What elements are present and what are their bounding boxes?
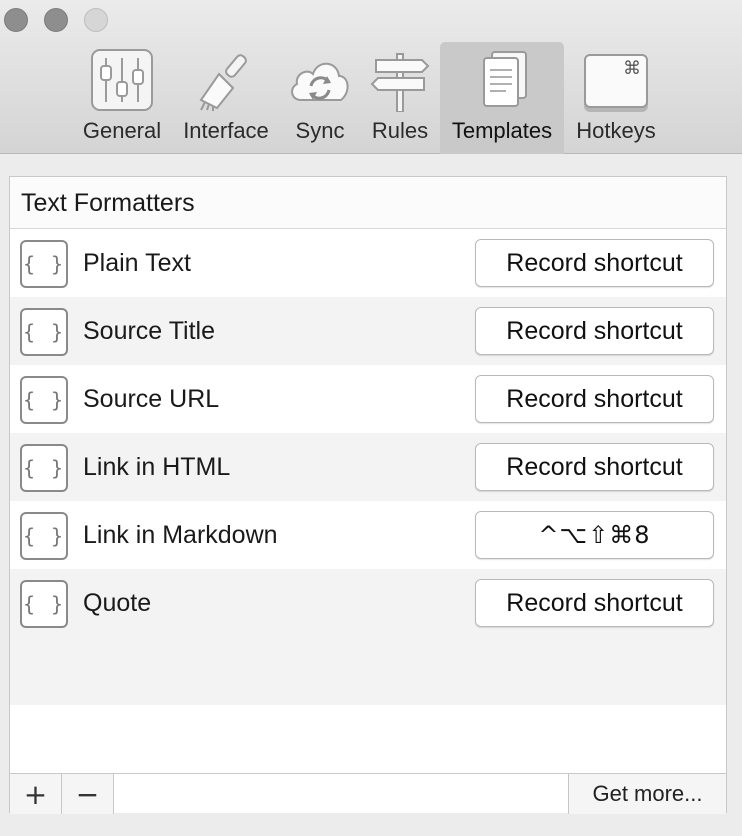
list-item[interactable]: { } Source URL Record shortcut — [10, 365, 726, 433]
remove-button[interactable]: − — [62, 774, 114, 814]
empty-row — [10, 705, 726, 773]
sliders-icon — [82, 48, 162, 112]
minimize-window-button[interactable] — [44, 8, 68, 32]
signpost-icon — [360, 48, 440, 112]
documents-icon — [462, 48, 542, 112]
panel-footer: + − Get more... — [10, 773, 726, 814]
tab-general[interactable]: General — [80, 42, 164, 154]
close-window-button[interactable] — [4, 8, 28, 32]
braces-icon: { } — [20, 444, 68, 492]
tab-label: Rules — [371, 118, 429, 143]
record-shortcut-button[interactable]: Record shortcut — [475, 307, 714, 355]
list-item[interactable]: { } Plain Text Record shortcut — [10, 229, 726, 297]
record-shortcut-button[interactable]: Record shortcut — [475, 579, 714, 627]
get-more-button[interactable]: Get more... — [568, 774, 726, 814]
list-item[interactable]: { } Quote Record shortcut — [10, 569, 726, 637]
tab-hotkeys[interactable]: ⌘ Hotkeys — [570, 42, 662, 154]
tab-label: General — [82, 118, 162, 143]
formatter-label: Plain Text — [83, 249, 191, 277]
window-toolbar: General Interface Sync Rules Templates ⌘… — [0, 0, 742, 154]
formatter-label: Source Title — [83, 317, 216, 345]
list-item[interactable]: { } Link in HTML Record shortcut — [10, 433, 726, 501]
tab-rules[interactable]: Rules — [364, 42, 436, 154]
empty-row — [10, 637, 726, 705]
command-key-icon: ⌘ — [576, 48, 656, 112]
braces-icon: { } — [20, 308, 68, 356]
tab-templates[interactable]: Templates — [440, 42, 564, 154]
shortcut-field[interactable]: ^⌥⇧⌘8 — [475, 511, 714, 559]
tab-interface[interactable]: Interface — [176, 42, 276, 154]
list-item[interactable]: { } Link in Markdown ^⌥⇧⌘8 — [10, 501, 726, 569]
formatter-label: Link in Markdown — [83, 521, 278, 549]
tab-sync[interactable]: Sync — [286, 42, 354, 154]
add-button[interactable]: + — [10, 774, 62, 814]
record-shortcut-button[interactable]: Record shortcut — [475, 375, 714, 423]
tab-label: Interface — [183, 118, 269, 143]
cloud-sync-icon — [280, 48, 360, 112]
zoom-window-button[interactable] — [84, 8, 108, 32]
tab-label: Hotkeys — [576, 118, 656, 143]
formatter-label: Source URL — [83, 385, 220, 413]
list-item[interactable]: { } Source Title Record shortcut — [10, 297, 726, 365]
braces-icon: { } — [20, 580, 68, 628]
record-shortcut-button[interactable]: Record shortcut — [475, 443, 714, 491]
formatter-label: Link in HTML — [83, 453, 231, 481]
tab-label: Sync — [295, 118, 345, 143]
formatter-label: Quote — [83, 589, 152, 617]
braces-icon: { } — [20, 512, 68, 560]
panel-title: Text Formatters — [10, 177, 726, 229]
command-glyph: ⌘ — [623, 58, 641, 79]
braces-icon: { } — [20, 240, 68, 288]
paintbrush-icon — [186, 48, 266, 112]
braces-icon: { } — [20, 376, 68, 424]
text-formatters-panel: Text Formatters { } Plain Text Record sh… — [9, 176, 727, 814]
tab-label: Templates — [451, 118, 553, 143]
record-shortcut-button[interactable]: Record shortcut — [475, 239, 714, 287]
